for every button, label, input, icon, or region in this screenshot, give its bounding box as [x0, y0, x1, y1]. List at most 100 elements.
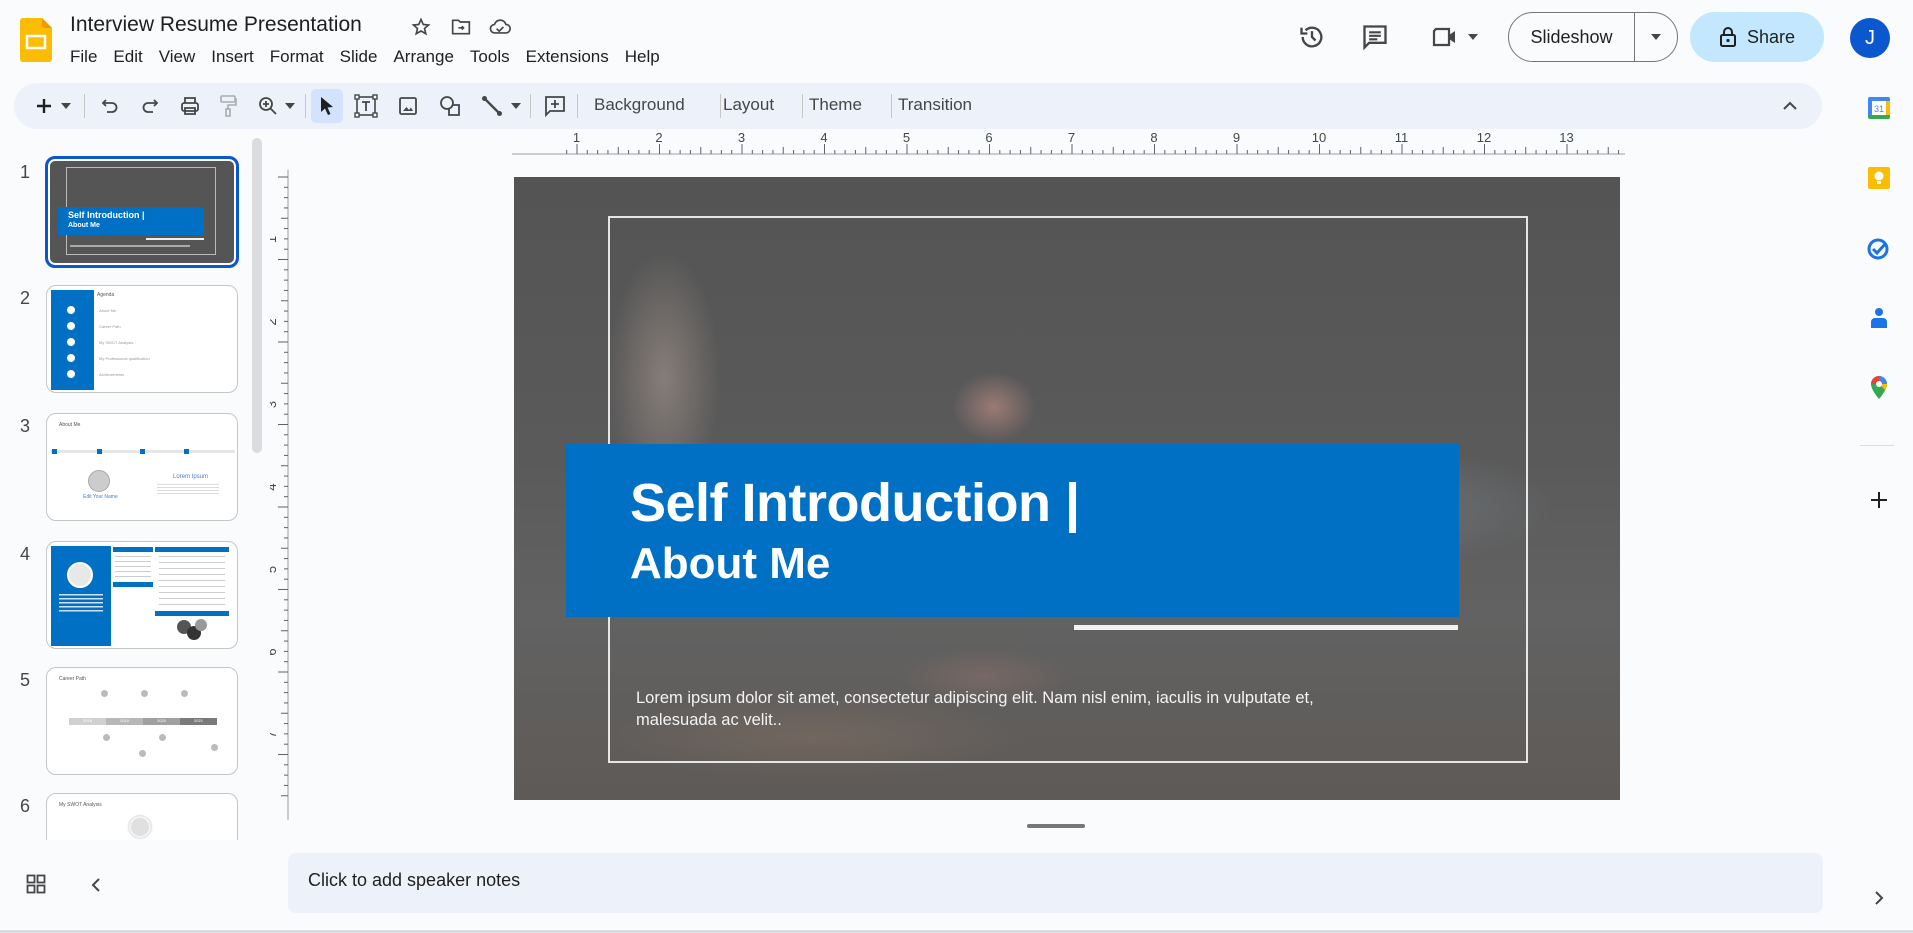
- ruler-label: 4: [820, 130, 827, 145]
- new-slide-dropdown-icon[interactable]: [58, 91, 74, 121]
- expand-side-panel-icon[interactable]: [1864, 883, 1894, 913]
- menu-slide[interactable]: Slide: [332, 46, 386, 68]
- account-avatar[interactable]: J: [1850, 18, 1890, 58]
- ruler-label: 1: [270, 236, 279, 243]
- keep-icon[interactable]: [1864, 163, 1894, 193]
- menu-help[interactable]: Help: [617, 46, 668, 68]
- line-dropdown-icon[interactable]: [508, 91, 524, 121]
- menu-extensions[interactable]: Extensions: [518, 46, 617, 68]
- paint-format-icon[interactable]: [214, 91, 242, 121]
- ruler-label: 10: [1312, 130, 1326, 145]
- toolbar-divider: [802, 94, 803, 118]
- maps-icon[interactable]: [1864, 373, 1894, 403]
- notes-resize-handle[interactable]: [1027, 824, 1085, 828]
- move-to-folder-icon[interactable]: [450, 16, 472, 38]
- slideshow-button-group: Slideshow: [1508, 12, 1678, 62]
- filmstrip-scrollbar[interactable]: [252, 138, 262, 453]
- add-app-icon[interactable]: [1864, 485, 1894, 515]
- menu-file[interactable]: File: [62, 46, 105, 68]
- toolbar-divider: [891, 94, 892, 118]
- slideshow-button[interactable]: Slideshow: [1509, 13, 1635, 61]
- slide-number: 2: [20, 288, 31, 308]
- toolbar: Background Layout Theme Transition: [14, 83, 1822, 129]
- document-title[interactable]: Interview Resume Presentation: [70, 13, 362, 37]
- collapse-toolbar-icon[interactable]: [1776, 91, 1804, 121]
- layout-button[interactable]: Layout: [723, 95, 774, 115]
- ruler-label: 8: [1150, 130, 1157, 145]
- ruler-label: 4: [270, 483, 279, 490]
- version-history-icon[interactable]: [1295, 20, 1329, 54]
- slide-thumbnail-6[interactable]: My SWOT Analysis: [46, 793, 238, 840]
- thumbnail-title: Self Introduction |: [68, 210, 145, 220]
- transition-button[interactable]: Transition: [898, 95, 972, 115]
- chevron-down-icon: [1651, 34, 1661, 40]
- speaker-notes-placeholder: Click to add speaker notes: [308, 870, 521, 890]
- background-button[interactable]: Background: [594, 95, 685, 115]
- ruler-label: 1: [573, 130, 580, 145]
- thumbnail-text: Achievements: [99, 372, 125, 377]
- slide-thumbnail-1[interactable]: Self Introduction | About Me: [45, 156, 239, 268]
- undo-icon[interactable]: [96, 91, 124, 121]
- redo-icon[interactable]: [136, 91, 164, 121]
- contacts-icon[interactable]: [1864, 303, 1894, 333]
- text-box-icon[interactable]: [352, 91, 380, 121]
- comments-icon[interactable]: [1358, 20, 1392, 54]
- shape-icon[interactable]: [436, 91, 464, 121]
- new-slide-icon[interactable]: [32, 91, 56, 121]
- slide-body-text[interactable]: Lorem ipsum dolor sit amet, consectetur …: [636, 687, 1356, 731]
- slide-canvas[interactable]: Self Introduction | About Me Lorem ipsum…: [514, 177, 1620, 800]
- menu-edit[interactable]: Edit: [105, 46, 150, 68]
- tasks-icon[interactable]: [1864, 233, 1894, 263]
- select-icon[interactable]: [311, 89, 343, 123]
- slide-subtitle[interactable]: About Me: [630, 539, 830, 589]
- meet-icon[interactable]: [1425, 20, 1485, 54]
- calendar-icon[interactable]: 31: [1864, 93, 1894, 123]
- image-icon[interactable]: [394, 91, 422, 121]
- vertical-ruler[interactable]: 1 2 3 4 5 6 7: [270, 170, 300, 820]
- horizontal-ruler[interactable]: 1 2 3 4 5 6 7 8 9 10 11 12 13: [285, 130, 1825, 158]
- slide-number: 6: [20, 796, 31, 816]
- slide-thumbnail-4[interactable]: [46, 541, 238, 649]
- menu-tools[interactable]: Tools: [462, 46, 518, 68]
- zoom-dropdown-icon[interactable]: [282, 91, 298, 121]
- cloud-saved-icon[interactable]: [489, 16, 511, 38]
- theme-button[interactable]: Theme: [809, 95, 862, 115]
- thumbnail-title: Agenda: [97, 292, 115, 298]
- ruler-label: 3: [738, 130, 745, 145]
- slide-title[interactable]: Self Introduction |: [630, 472, 1080, 534]
- collapse-filmstrip-icon[interactable]: [90, 876, 108, 894]
- slides-logo-icon[interactable]: [20, 18, 52, 62]
- thumbnail-text: My SWOT Analysis: [99, 340, 134, 345]
- thumbnail-title: Career Path: [59, 676, 86, 682]
- slide-number: 3: [20, 416, 31, 436]
- menu-insert[interactable]: Insert: [203, 46, 262, 68]
- zoom-icon[interactable]: [254, 91, 282, 121]
- menu-arrange[interactable]: Arrange: [385, 46, 461, 68]
- slide-number: 4: [20, 544, 31, 564]
- toolbar-divider: [720, 94, 721, 118]
- thumbnail-title: About Me: [59, 422, 81, 428]
- line-icon[interactable]: [478, 91, 506, 121]
- slideshow-options-dropdown[interactable]: [1635, 13, 1677, 61]
- slide-thumbnail-2[interactable]: Agenda About Me Career Path My SWOT Anal…: [46, 285, 238, 393]
- menu-format[interactable]: Format: [262, 46, 332, 68]
- side-panel-divider: [1860, 445, 1894, 446]
- ruler-label: 3: [270, 401, 279, 408]
- print-icon[interactable]: [176, 91, 204, 121]
- share-label: Share: [1746, 26, 1796, 47]
- speaker-notes[interactable]: Click to add speaker notes: [288, 853, 1823, 913]
- thumbnail-year: 2021: [180, 718, 217, 725]
- share-button[interactable]: Share: [1690, 12, 1824, 62]
- thumbnail-text: Career Path: [99, 324, 121, 329]
- ruler-label: 7: [1068, 130, 1075, 145]
- ruler-label: 5: [903, 130, 910, 145]
- grid-view-icon[interactable]: [26, 874, 48, 896]
- slide-thumbnail-3[interactable]: About Me Edit Your Name Lorem Ipsum: [46, 413, 238, 521]
- star-icon[interactable]: [410, 16, 432, 38]
- menu-view[interactable]: View: [151, 46, 204, 68]
- ruler-label: 7: [270, 731, 279, 738]
- slide-thumbnail-5[interactable]: Career Path 2018 2019 2020 2021: [46, 667, 238, 775]
- toolbar-divider: [84, 94, 85, 118]
- add-comment-icon[interactable]: [540, 91, 570, 121]
- ruler-label: 11: [1395, 130, 1409, 145]
